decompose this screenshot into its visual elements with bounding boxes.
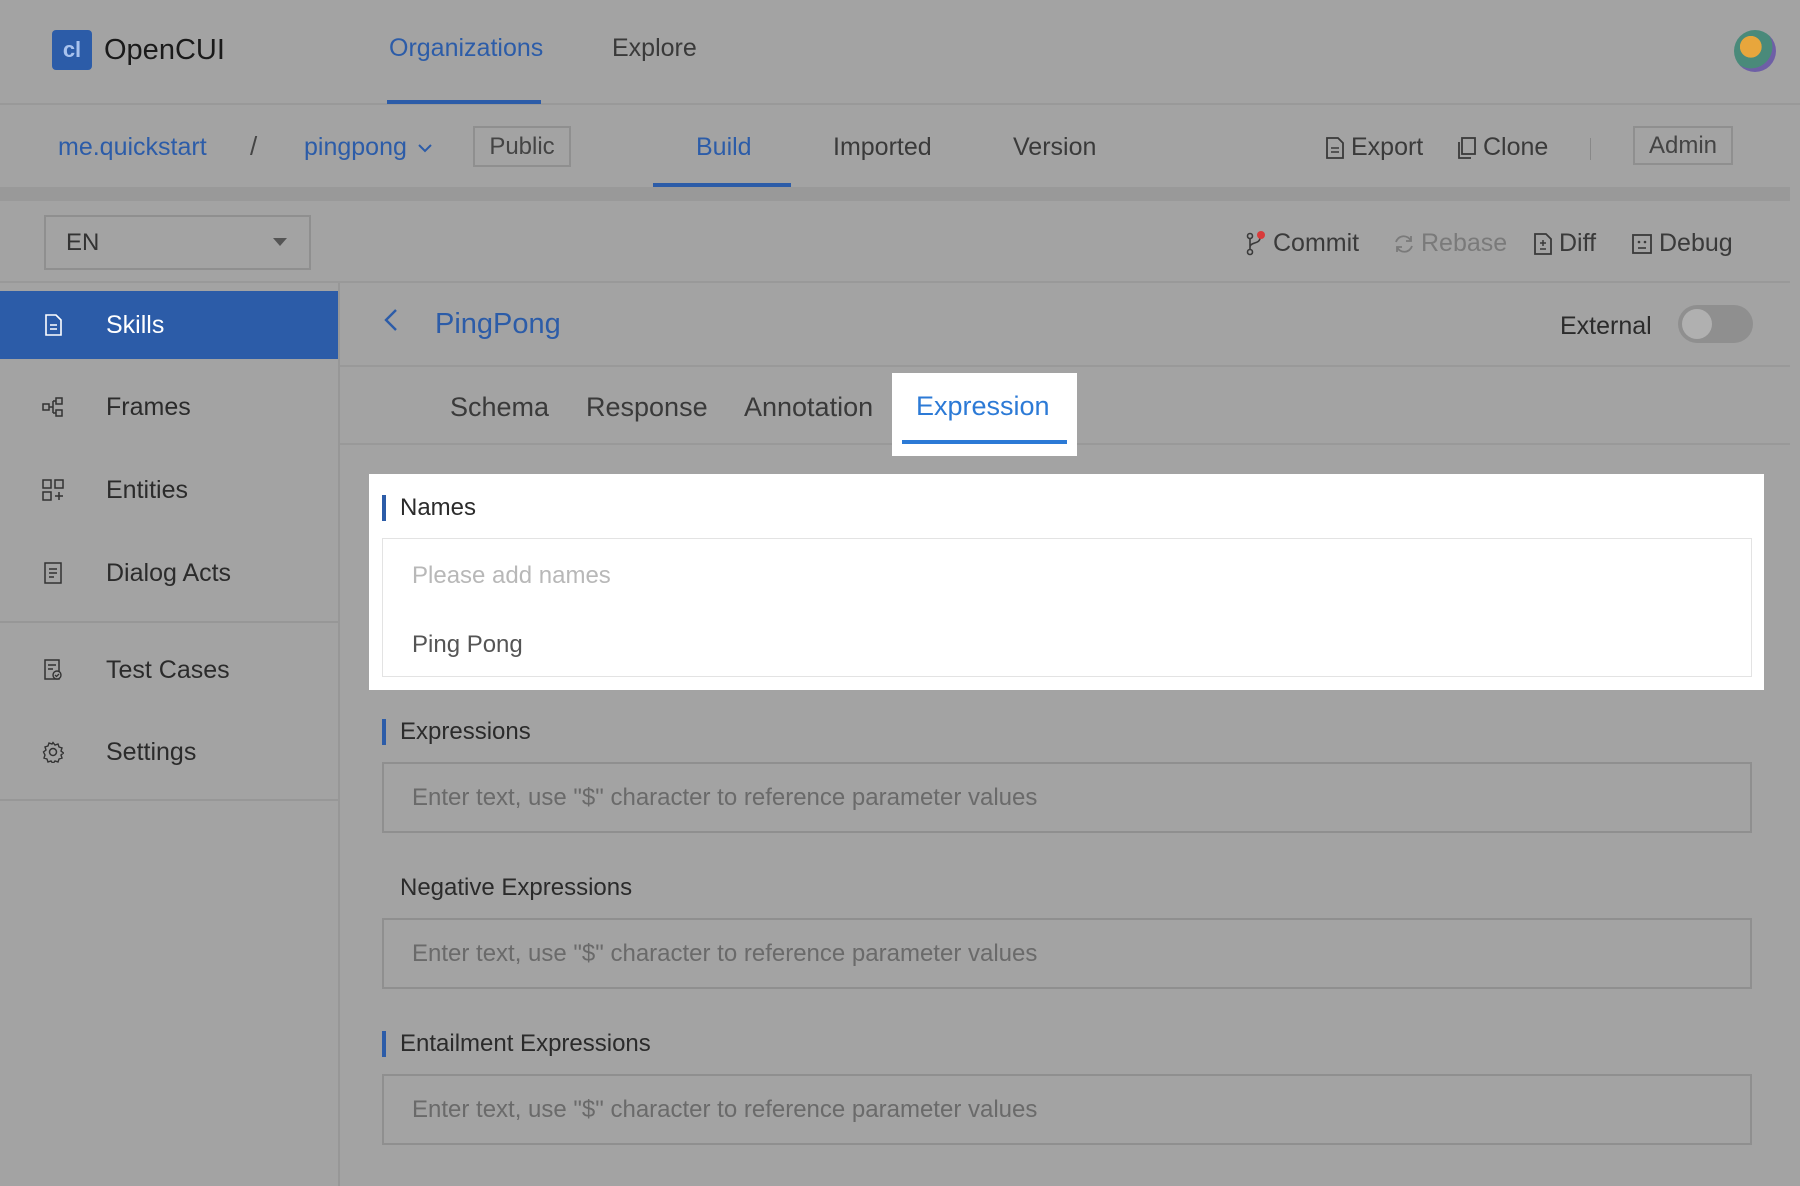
negative-expressions-input[interactable]: Enter text, use "$" character to referen… [382, 918, 1752, 989]
app-name[interactable]: OpenCUI [104, 34, 225, 67]
names-box [382, 538, 1752, 677]
negative-expressions-title-text: Negative Expressions [400, 874, 633, 901]
language-select[interactable]: EN [44, 215, 311, 270]
sidebar-divider [0, 799, 338, 801]
external-toggle[interactable] [1678, 305, 1753, 343]
sidebar-item-settings[interactable]: Settings [0, 718, 338, 786]
names-section-title: Names [382, 494, 476, 522]
sidebar-item-entities[interactable]: Entities [0, 456, 338, 524]
sidebar-item-dialog-acts[interactable]: Dialog Acts [0, 539, 338, 607]
user-avatar[interactable] [1734, 30, 1776, 72]
sidebar-item-label: Dialog Acts [106, 558, 232, 587]
top-bar [0, 0, 1800, 105]
export-button[interactable]: Export [1325, 133, 1423, 162]
admin-button[interactable]: Admin [1633, 126, 1733, 165]
entailment-expressions-title: Entailment Expressions [382, 1030, 651, 1058]
commit-label: Commit [1273, 229, 1360, 257]
sidebar-item-label: Skills [106, 310, 165, 339]
entailment-expressions-input[interactable]: Enter text, use "$" character to referen… [382, 1074, 1752, 1145]
rebase-button[interactable]: Rebase [1393, 229, 1507, 258]
debug-icon [1632, 233, 1652, 254]
sidebar-item-label: Frames [106, 392, 191, 421]
tab-annotation[interactable]: Annotation [744, 392, 873, 423]
tab-schema[interactable]: Schema [450, 392, 549, 423]
sidebar-item-test-cases[interactable]: Test Cases [0, 636, 338, 704]
header-divider [340, 365, 1790, 367]
section-divider-strip [0, 187, 1790, 201]
tab-build[interactable]: Build [696, 133, 752, 162]
action-divider [1590, 138, 1591, 160]
entailment-expressions-title-text: Entailment Expressions [400, 1030, 651, 1057]
debug-label: Debug [1659, 229, 1733, 257]
sidebar-divider [0, 621, 338, 623]
diff-icon [1534, 232, 1552, 255]
entities-icon [42, 479, 64, 501]
expressions-input[interactable]: Enter text, use "$" character to referen… [382, 762, 1752, 833]
document-icon [42, 314, 64, 336]
sidebar-item-label: Settings [106, 737, 197, 766]
sidebar-item-label: Entities [106, 475, 188, 504]
visibility-badge: Public [473, 126, 571, 167]
gear-icon [42, 741, 64, 763]
names-title-text: Names [400, 494, 477, 521]
nav-organizations[interactable]: Organizations [389, 34, 543, 63]
refresh-icon [1395, 234, 1413, 253]
breadcrumb-org[interactable]: me.quickstart [58, 133, 207, 162]
export-icon [1326, 136, 1344, 159]
export-label: Export [1351, 133, 1424, 161]
git-branch-icon [1246, 230, 1265, 255]
clone-icon [1458, 136, 1476, 159]
nav-explore[interactable]: Explore [612, 34, 697, 63]
diff-button[interactable]: Diff [1533, 229, 1596, 258]
sidebar-item-label: Test Cases [106, 655, 230, 684]
debug-button[interactable]: Debug [1631, 229, 1733, 258]
tab-expression-indicator [902, 440, 1067, 444]
chevron-down-icon [418, 143, 432, 152]
nav-active-indicator [387, 100, 541, 104]
sidebar-item-skills[interactable]: Skills [0, 291, 338, 359]
dialog-acts-icon [42, 562, 64, 584]
frames-icon [42, 396, 64, 418]
rebase-label: Rebase [1421, 229, 1508, 257]
expressions-section-title: Expressions [382, 718, 531, 746]
project-selector[interactable]: pingpong [304, 133, 433, 162]
tab-response[interactable]: Response [586, 392, 708, 423]
tab-version[interactable]: Version [1013, 133, 1096, 162]
project-name: pingpong [304, 133, 407, 161]
tab-expression[interactable]: Expression [916, 391, 1050, 422]
expressions-title-text: Expressions [400, 718, 531, 745]
commit-button[interactable]: Commit [1245, 229, 1359, 258]
caret-down-icon [273, 238, 287, 246]
external-label: External [1560, 312, 1652, 340]
names-input[interactable]: Please add names [412, 562, 611, 590]
sidebar-item-frames[interactable]: Frames [0, 373, 338, 441]
breadcrumb-separator: / [250, 131, 258, 161]
clone-label: Clone [1483, 133, 1549, 161]
name-item[interactable]: Ping Pong [412, 631, 523, 659]
back-arrow-icon[interactable] [382, 306, 400, 341]
tab-imported[interactable]: Imported [833, 133, 932, 162]
diff-label: Diff [1559, 229, 1597, 257]
page-title: PingPong [435, 308, 561, 340]
negative-expressions-title: Negative Expressions [400, 874, 632, 902]
clone-button[interactable]: Clone [1457, 133, 1548, 162]
test-cases-icon [42, 659, 64, 681]
opencui-logo-icon[interactable]: cl [52, 30, 92, 70]
toggle-knob [1682, 309, 1712, 339]
